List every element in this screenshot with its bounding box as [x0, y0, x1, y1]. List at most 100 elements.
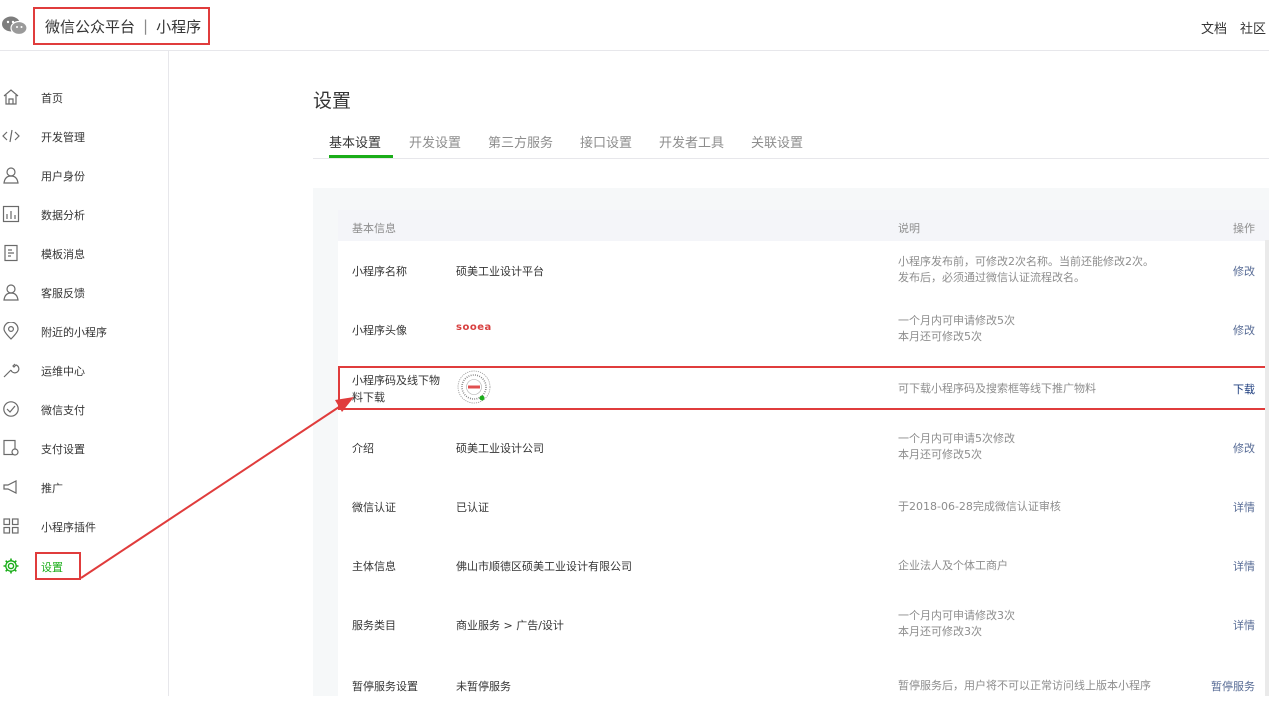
row-name: 服务类目	[352, 619, 396, 632]
row-name: 小程序头像	[352, 324, 407, 337]
desc-line: 发布后，必须通过微信认证流程改名。	[898, 271, 1085, 284]
row-desc: 于2018-06-28完成微信认证审核	[898, 500, 1061, 513]
row-desc: 一个月内可申请修改5次 本月还可修改5次	[898, 313, 1015, 345]
row-value: 硕美工业设计公司	[456, 442, 544, 455]
desc-line: 本月还可修改3次	[898, 625, 982, 638]
user-icon	[3, 167, 19, 184]
sidebar-item-label: 推广	[41, 481, 63, 495]
row-desc: 暂停服务后，用户将不可以正常访问线上版本小程序	[898, 679, 1151, 692]
tab-interface[interactable]: 接口设置	[580, 132, 632, 151]
avatar-logo: sooea	[456, 322, 492, 333]
sidebar-item-wechat-pay[interactable]: 微信支付	[0, 390, 168, 429]
sidebar-item-label: 首页	[41, 91, 63, 105]
sidebar-item-promotion[interactable]: 推广	[0, 468, 168, 507]
sidebar-item-label: 运维中心	[41, 364, 85, 378]
download-row-highlight-box	[338, 366, 1268, 410]
details-link[interactable]: 详情	[1233, 558, 1255, 574]
sidebar-item-label: 支付设置	[41, 442, 85, 456]
table-row: 小程序头像 sooea 一个月内可申请修改5次 本月还可修改5次 修改	[338, 300, 1269, 360]
sidebar-item-pay-settings[interactable]: 支付设置	[0, 429, 168, 468]
brand-name: 微信公众平台	[45, 17, 136, 36]
sidebar-item-label: 附近的小程序	[41, 325, 107, 339]
product-name: 小程序	[156, 17, 202, 36]
row-desc: 一个月内可申请5次修改 本月还可修改5次	[898, 431, 1015, 463]
desc-line: 一个月内可申请修改5次	[898, 314, 1015, 327]
desc-line: 一个月内可申请5次修改	[898, 432, 1015, 445]
edit-link[interactable]: 修改	[1233, 263, 1255, 279]
pause-service-link[interactable]: 暂停服务	[1211, 678, 1255, 694]
wechat-logo-icon	[0, 14, 30, 38]
brand-separator: |	[143, 17, 149, 35]
gear-icon	[3, 558, 19, 574]
service-icon	[3, 284, 19, 301]
sidebar-item-dev[interactable]: 开发管理	[0, 117, 168, 156]
header-info: 基本信息	[352, 222, 396, 235]
sidebar-item-nearby[interactable]: 附近的小程序	[0, 312, 168, 351]
row-value: 佛山市顺德区硕美工业设计有限公司	[456, 560, 632, 573]
table-row: 介绍 硕美工业设计公司 一个月内可申请5次修改 本月还可修改5次 修改	[338, 418, 1269, 478]
top-bar: 微信公众平台 | 小程序 文档 社区	[0, 0, 1269, 51]
sidebar-item-label: 用户身份	[41, 169, 85, 183]
row-desc: 小程序发布前，可修改2次名称。当前还能修改2次。 发布后，必须通过微信认证流程改…	[898, 254, 1154, 286]
row-desc: 一个月内可申请修改3次 本月还可修改3次	[898, 608, 1015, 640]
row-value: 商业服务 > 广告/设计	[456, 619, 564, 632]
pay-settings-icon	[3, 439, 19, 456]
sidebar-item-home[interactable]: 首页	[0, 78, 168, 117]
active-tab-indicator	[329, 155, 393, 158]
table-header: 基本信息 说明 操作	[338, 210, 1269, 241]
tab-linked[interactable]: 关联设置	[751, 132, 803, 151]
sidebar-item-plugins[interactable]: 小程序插件	[0, 507, 168, 546]
table-row: 主体信息 佛山市顺德区硕美工业设计有限公司 企业法人及个体工商户 详情	[338, 536, 1269, 596]
edit-link[interactable]: 修改	[1233, 322, 1255, 338]
docs-link[interactable]: 文档	[1201, 18, 1227, 37]
scrollbar[interactable]	[1265, 240, 1269, 696]
sidebar-item-feedback[interactable]: 客服反馈	[0, 273, 168, 312]
details-link[interactable]: 详情	[1233, 499, 1255, 515]
sidebar-item-label: 小程序插件	[41, 520, 96, 534]
sidebar-item-templates[interactable]: 模板消息	[0, 234, 168, 273]
desc-line: 一个月内可申请修改3次	[898, 609, 1015, 622]
header-op: 操作	[1233, 222, 1255, 235]
settings-highlight-box	[35, 552, 81, 580]
tab-dev-tools[interactable]: 开发者工具	[659, 132, 724, 151]
desc-line: 本月还可修改5次	[898, 448, 982, 461]
code-icon	[2, 129, 20, 143]
desc-line: 本月还可修改5次	[898, 330, 982, 343]
tab-dev[interactable]: 开发设置	[409, 132, 461, 151]
chart-icon	[2, 205, 20, 223]
row-value: 未暂停服务	[456, 680, 511, 693]
sidebar-item-settings[interactable]: 设置	[0, 547, 168, 586]
sidebar-item-label: 数据分析	[41, 208, 85, 222]
row-name: 暂停服务设置	[352, 680, 418, 693]
row-name: 微信认证	[352, 501, 396, 514]
row-name: 小程序名称	[352, 265, 407, 278]
sidebar-item-label: 开发管理	[41, 130, 85, 144]
table-row: 服务类目 商业服务 > 广告/设计 一个月内可申请修改3次 本月还可修改3次 详…	[338, 595, 1269, 655]
row-name: 介绍	[352, 442, 374, 455]
document-icon	[4, 244, 18, 262]
row-value: 已认证	[456, 501, 489, 514]
row-name: 主体信息	[352, 560, 396, 573]
sidebar-item-ops[interactable]: 运维中心	[0, 351, 168, 390]
edit-link[interactable]: 修改	[1233, 440, 1255, 456]
tab-third-party[interactable]: 第三方服务	[488, 132, 553, 151]
header-desc: 说明	[898, 222, 920, 235]
megaphone-icon	[3, 480, 17, 494]
tab-basic[interactable]: 基本设置	[329, 132, 381, 151]
page-title: 设置	[313, 90, 352, 112]
settings-tabs: 基本设置 开发设置 第三方服务 接口设置 开发者工具 关联设置	[313, 126, 1269, 159]
pay-icon	[3, 401, 19, 417]
desc-line: 小程序发布前，可修改2次名称。当前还能修改2次。	[898, 255, 1154, 268]
sidebar-item-label: 客服反馈	[41, 286, 85, 300]
row-desc: 企业法人及个体工商户	[898, 559, 1008, 572]
details-link[interactable]: 详情	[1233, 617, 1255, 633]
home-icon	[3, 89, 19, 105]
sidebar-item-label: 微信支付	[41, 403, 85, 417]
sidebar-item-users[interactable]: 用户身份	[0, 156, 168, 195]
sidebar-item-analytics[interactable]: 数据分析	[0, 195, 168, 234]
table-row: 暂停服务设置 未暂停服务 暂停服务后，用户将不可以正常访问线上版本小程序 暂停服…	[338, 654, 1269, 713]
location-icon	[3, 322, 19, 340]
table-row: 小程序名称 硕美工业设计平台 小程序发布前，可修改2次名称。当前还能修改2次。 …	[338, 241, 1269, 301]
community-link[interactable]: 社区	[1240, 18, 1266, 37]
brand-title[interactable]: 微信公众平台 | 小程序	[33, 7, 210, 45]
